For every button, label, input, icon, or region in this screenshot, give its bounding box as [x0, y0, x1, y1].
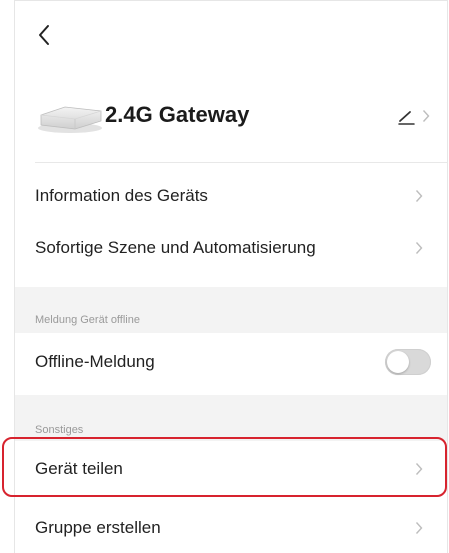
row-offline-notification[interactable]: Offline-Meldung [15, 337, 447, 389]
toggle-knob [387, 351, 409, 373]
row-label: Offline-Meldung [35, 352, 155, 371]
section-title: Meldung Gerät offline [35, 314, 140, 326]
row-create-group[interactable]: Gruppe erstellen [15, 503, 447, 553]
row-label: Information des Geräts [35, 186, 208, 205]
row-label: Gruppe erstellen [35, 518, 161, 537]
section-header-other: Sonstiges [15, 395, 447, 441]
row-scene-automation[interactable]: Sofortige Szene und Automatisierung [15, 223, 447, 275]
chevron-right-icon [415, 241, 423, 260]
device-name: 2.4G Gateway [105, 102, 250, 127]
offline-notification-toggle[interactable] [385, 349, 431, 375]
chevron-right-icon [415, 189, 423, 208]
row-share-device[interactable]: Gerät teilen [15, 444, 447, 496]
row-device-info[interactable]: Information des Geräts [15, 171, 447, 223]
device-header[interactable]: 2.4G Gateway [15, 89, 447, 145]
chevron-right-icon [415, 462, 423, 481]
device-settings-panel: 2.4G Gateway Information des Geräts Sofo… [14, 0, 448, 553]
row-label: Gerät teilen [35, 459, 123, 478]
section-title: Sonstiges [35, 424, 84, 436]
row-label: Sofortige Szene und Automatisierung [35, 238, 316, 257]
chevron-right-icon [415, 521, 423, 540]
back-arrow-icon[interactable] [37, 23, 61, 49]
gateway-device-icon [35, 101, 105, 135]
section-header-offline: Meldung Gerät offline [15, 287, 447, 333]
divider [35, 162, 447, 163]
chevron-right-icon [422, 109, 430, 128]
edit-pencil-icon[interactable] [396, 107, 418, 127]
